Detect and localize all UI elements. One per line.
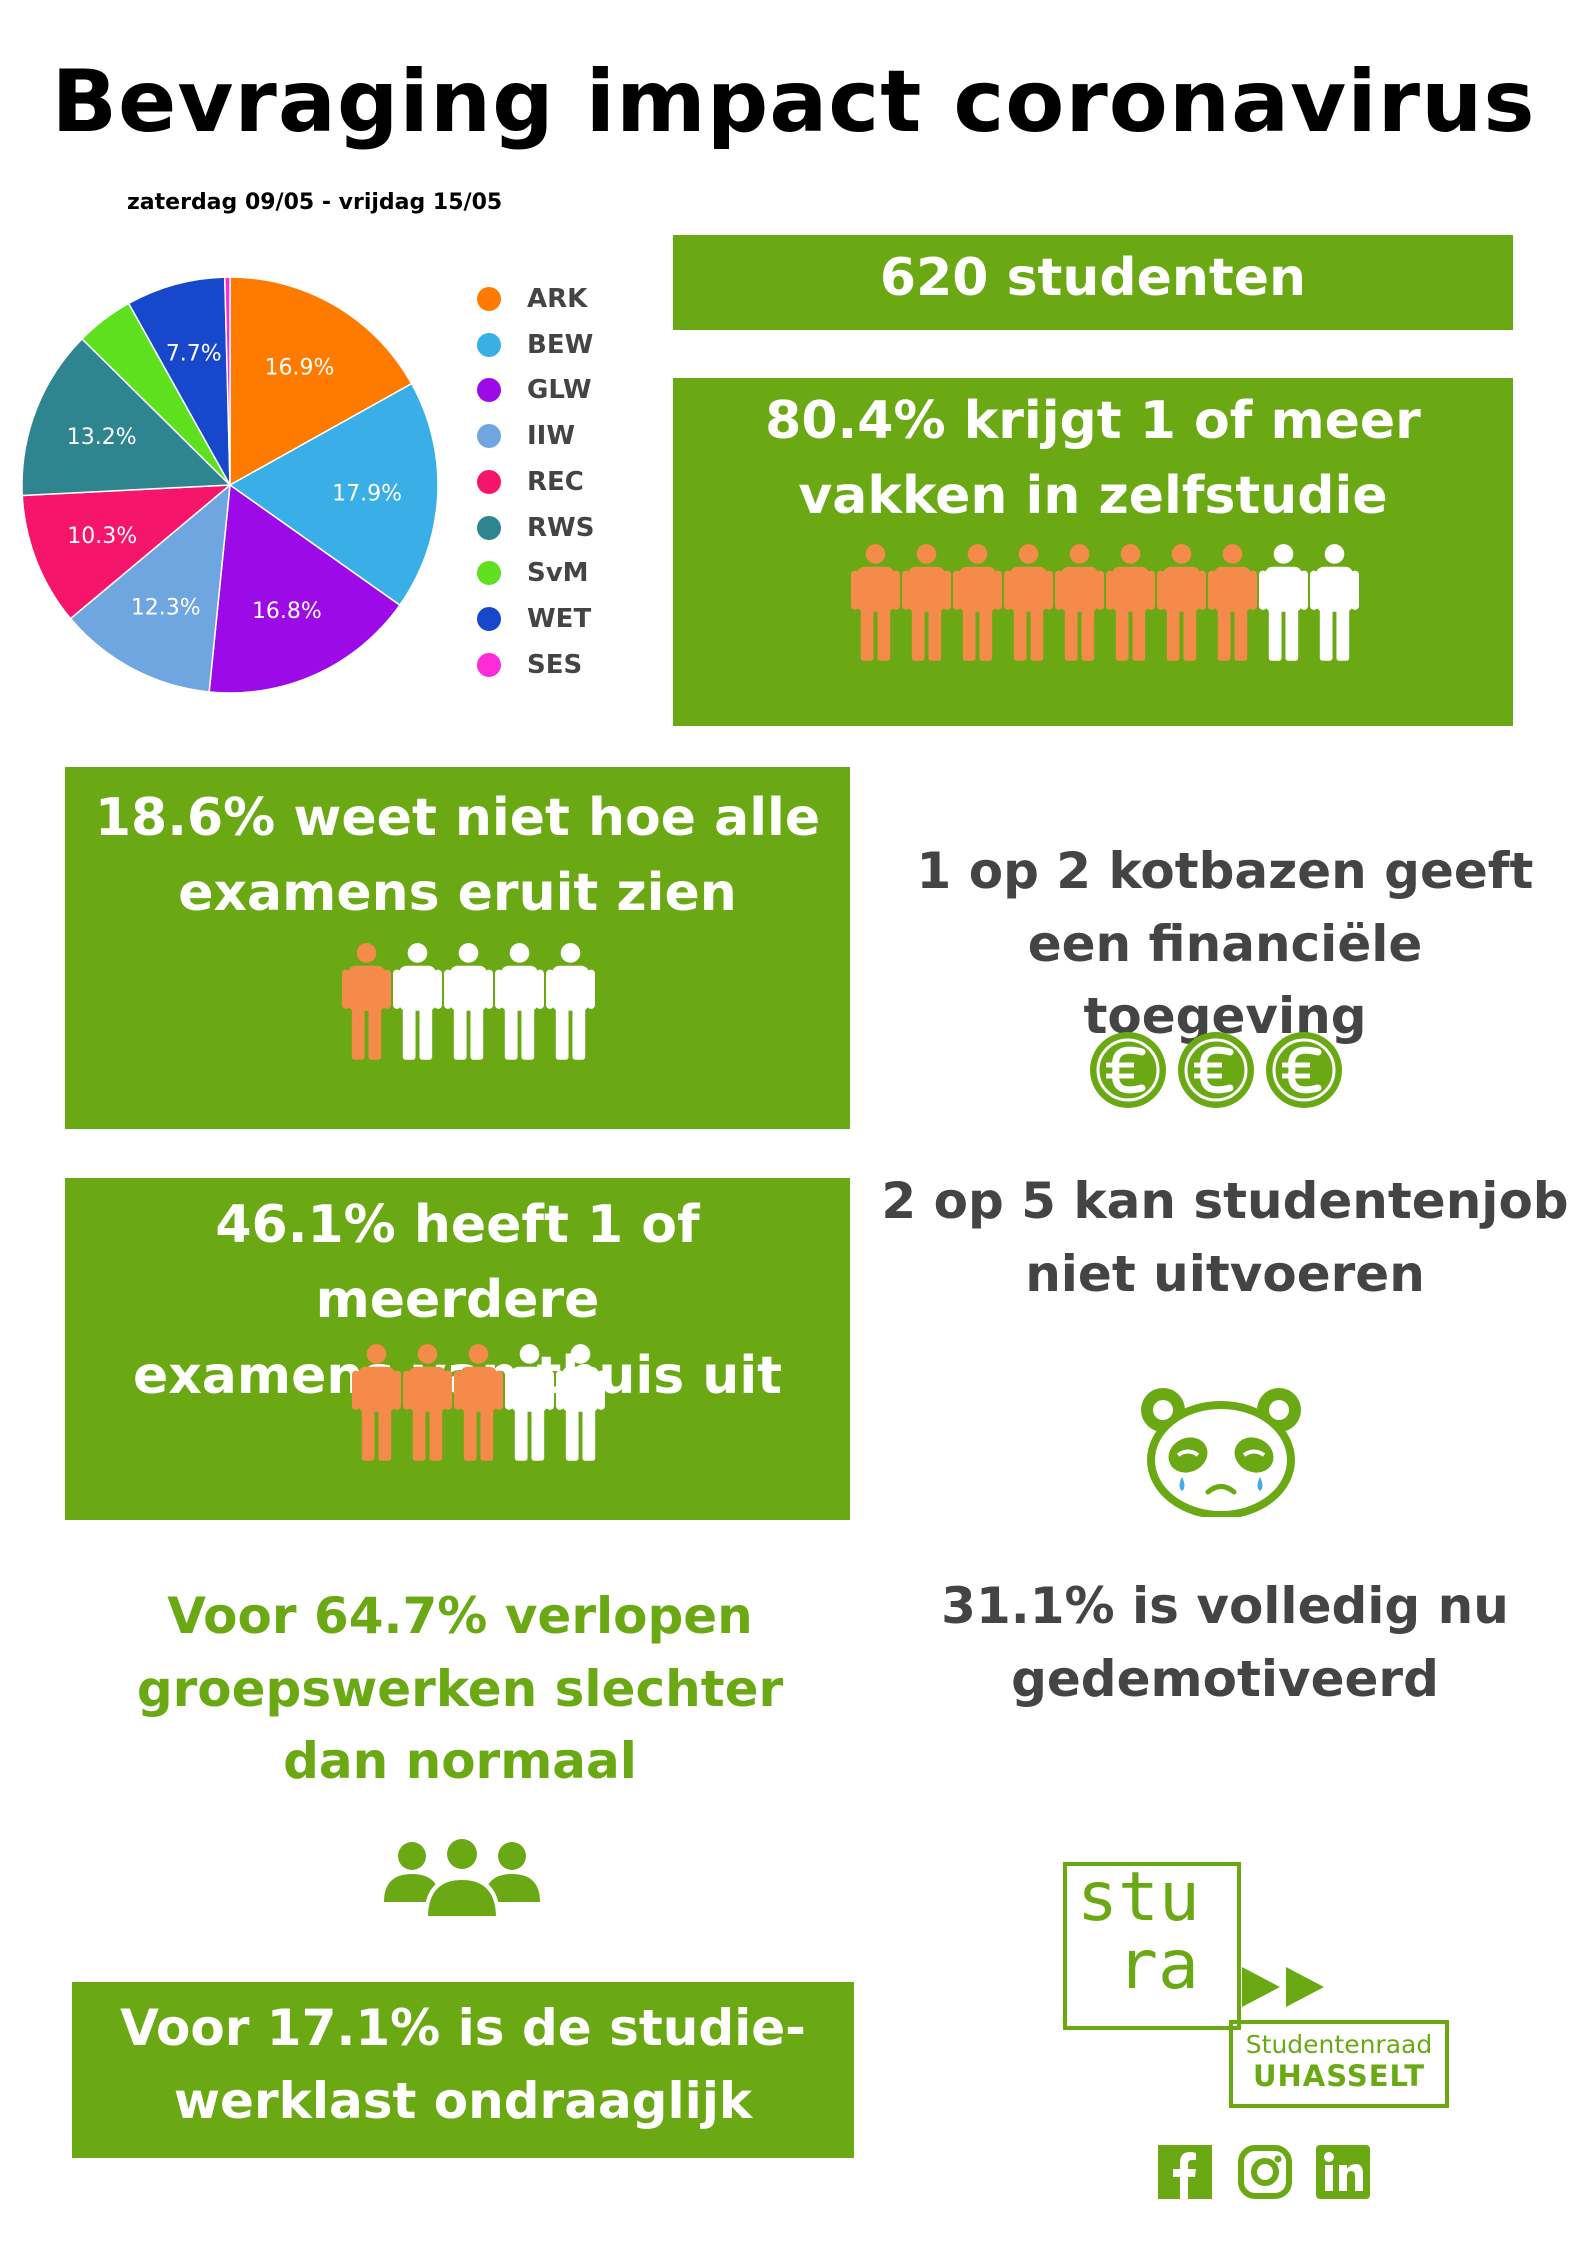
person-icon [342, 943, 391, 1060]
pie-label-bew: 17.9% [332, 481, 402, 506]
legend-swatch-svm [477, 561, 501, 586]
pie-label-ark: 16.9% [265, 356, 335, 381]
self-study-box: 80.4% krijgt 1 of meer vakken in zelfstu… [673, 378, 1513, 726]
people-row-exams-home [352, 1343, 607, 1465]
person-icon [352, 1344, 401, 1461]
demotivated-line2: gedemotiveerd [1011, 1649, 1439, 1708]
legend-swatch-ses [477, 652, 501, 677]
person-icon [1310, 544, 1359, 661]
legend-label-glw: GLW [527, 375, 592, 406]
euro-icon [1178, 1032, 1254, 1108]
legend-label-rws: RWS [527, 512, 595, 543]
demotivated-text: 31.1% is volledig nu gedemotiveerd [880, 1570, 1570, 1715]
pie-label-rec: 10.3% [67, 524, 137, 549]
exams-home-line1: 46.1% heeft 1 of meerdere [215, 1195, 700, 1331]
student-job-line2: niet uitvoeren [1025, 1244, 1425, 1303]
legend-swatch-ark [477, 287, 501, 311]
self-study-line2: vakken in zelfstudie [798, 466, 1388, 527]
legend-label-svm: SvM [527, 558, 589, 589]
euro-coins [1090, 1032, 1342, 1108]
legend-label-iiw: IIW [527, 421, 576, 452]
person-icon [1004, 544, 1053, 661]
landlords-text: 1 op 2 kotbazen geeft een financiële toe… [880, 835, 1570, 1053]
people-row-self-study [851, 543, 1361, 665]
euro-icon [1090, 1032, 1166, 1108]
student-job-text: 2 op 5 kan studentenjob niet uitvoeren [880, 1165, 1570, 1310]
person-icon [495, 943, 544, 1060]
sad-panda-icon [1141, 1388, 1301, 1517]
self-study-line1: 80.4% krijgt 1 of meer [765, 391, 1421, 451]
stura-logo: stu ra [1063, 1858, 1241, 2030]
workload-line2: werklast ondraaglijk [173, 2071, 753, 2130]
legend-label-ses: SES [527, 649, 583, 680]
exams-unknown-box: 18.6% weet niet hoe alle examens eruit z… [65, 767, 850, 1129]
pie-label-iiw: 12.3% [131, 595, 201, 620]
logo-text-ra: ra [1117, 1926, 1199, 2005]
groupwork-line2: groepswerken slechter [136, 1659, 784, 1718]
legend-swatch-glw [477, 378, 501, 403]
legend-swatch-wet [477, 606, 501, 631]
legend-swatch-rec [477, 469, 501, 494]
person-icon [393, 943, 442, 1060]
demotivated-line1: 31.1% is volledig nu [941, 1577, 1509, 1635]
workload-box: Voor 17.1% is de studie- werklast ondraa… [72, 1982, 854, 2158]
exams-unknown-line1: 18.6% weet niet hoe alle [94, 788, 821, 848]
pie-label-wet: 7.7% [166, 342, 222, 367]
student-job-line1: 2 op 5 kan studentenjob [881, 1172, 1569, 1230]
play-arrows-icon [1242, 1967, 1324, 2007]
students-box: 620 studenten [673, 235, 1513, 330]
linkedin-icon[interactable] [1316, 2145, 1370, 2199]
person-icon [1106, 544, 1155, 661]
legend-label-bew: BEW [527, 329, 594, 360]
person-icon [546, 943, 595, 1060]
person-icon [1208, 544, 1257, 661]
person-icon [1055, 544, 1104, 661]
workload-line1: Voor 17.1% is de studie- [120, 1999, 806, 2057]
person-icon [953, 544, 1002, 661]
facebook-icon[interactable] [1158, 2145, 1212, 2199]
instagram-icon[interactable] [1238, 2145, 1292, 2199]
exams-home-box: 46.1% heeft 1 of meerdere examens van th… [65, 1178, 850, 1520]
euro-icon [1266, 1032, 1342, 1108]
legend-label-ark: ARK [527, 284, 588, 314]
groupwork-line3: dan normaal [283, 1732, 637, 1790]
legend-label-rec: REC [527, 466, 584, 497]
pie-chart: 16.9% 17.9% 16.8% 12.3% 10.3% 13.2% 7.7% [21, 276, 439, 694]
legend-swatch-rws [477, 515, 501, 540]
person-icon [851, 544, 900, 661]
person-icon [1259, 544, 1308, 661]
pie-label-rws: 13.2% [67, 425, 137, 450]
stura-subtitle-box: Studentenraad UHASSELT [1229, 2020, 1449, 2108]
logo-sub2: UHASSELT [1252, 2059, 1425, 2093]
legend-label-wet: WET [527, 603, 592, 634]
people-row-exams-unknown [342, 942, 597, 1064]
person-icon [556, 1344, 605, 1461]
person-icon [454, 1344, 503, 1461]
page-title: Bevraging impact coronavirus [51, 52, 1536, 152]
pie-label-glw: 16.8% [252, 599, 322, 624]
survey-period: zaterdag 09/05 - vrijdag 15/05 [127, 190, 503, 215]
person-icon [444, 943, 493, 1060]
groupwork-text: Voor 64.7% verlopen groepswerken slechte… [60, 1580, 860, 1798]
person-icon [902, 544, 951, 661]
group-people-icon [384, 1839, 540, 1920]
person-icon [505, 1344, 554, 1461]
person-icon [403, 1344, 452, 1461]
legend-swatch-iiw [477, 424, 501, 449]
exams-unknown-line2: examens eruit zien [178, 863, 737, 924]
students-count: 620 studenten [879, 248, 1307, 308]
chart-legend: ARK BEW GLW IIW REC RWS SvM WET SES [477, 283, 627, 683]
landlords-line1: 1 op 2 kotbazen geeft [916, 842, 1534, 900]
groupwork-line1: Voor 64.7% verlopen [167, 1587, 753, 1645]
logo-sub1: Studentenraad [1245, 2030, 1433, 2059]
person-icon [1157, 544, 1206, 661]
legend-swatch-bew [477, 332, 501, 357]
